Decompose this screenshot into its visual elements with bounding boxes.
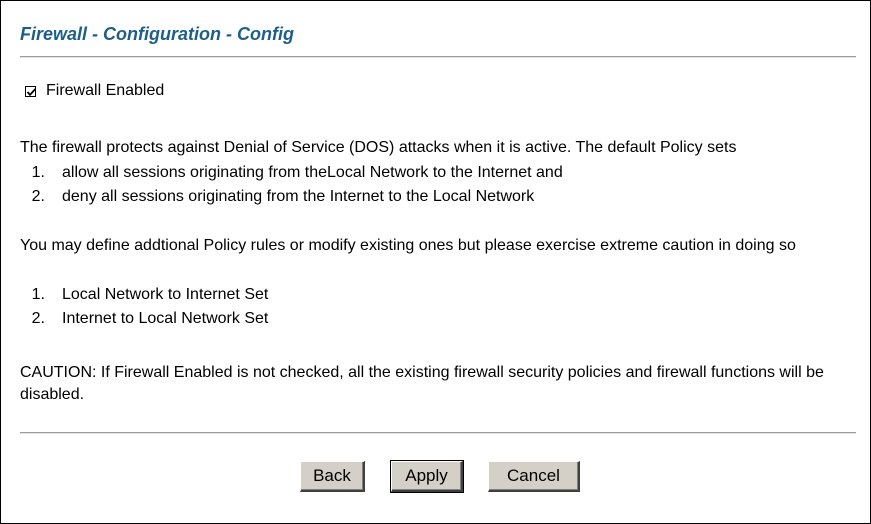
- policy-text: You may define addtional Policy rules or…: [20, 237, 796, 254]
- bottom-divider: [20, 432, 856, 434]
- list-text: deny all sessions originating from the I…: [62, 188, 535, 205]
- list-number: 2.: [31, 310, 45, 327]
- title-divider: [20, 56, 856, 58]
- config-panel: Firewall - Configuration - Config Firewa…: [0, 0, 871, 524]
- intro-text: The firewall protects against Denial of …: [20, 139, 737, 156]
- list-text: Local Network to Internet Set: [62, 286, 269, 303]
- firewall-enabled-checkbox[interactable]: [25, 85, 37, 97]
- apply-button[interactable]: Apply: [390, 460, 464, 493]
- firewall-enabled-row: Firewall Enabled: [25, 82, 164, 100]
- back-button[interactable]: Back: [300, 461, 365, 492]
- list-number: 1.: [31, 164, 45, 181]
- list-text: Internet to Local Network Set: [62, 310, 269, 327]
- list-number: 2.: [31, 188, 45, 205]
- firewall-enabled-label: Firewall Enabled: [46, 82, 165, 99]
- page-title: Firewall - Configuration - Config: [20, 24, 294, 44]
- caution-text: CAUTION: If Firewall Enabled is not chec…: [20, 364, 824, 403]
- list-text: allow all sessions originating from theL…: [62, 164, 563, 181]
- checkmark-icon: [26, 87, 37, 96]
- list-number: 1.: [31, 286, 45, 303]
- cancel-button[interactable]: Cancel: [488, 461, 580, 492]
